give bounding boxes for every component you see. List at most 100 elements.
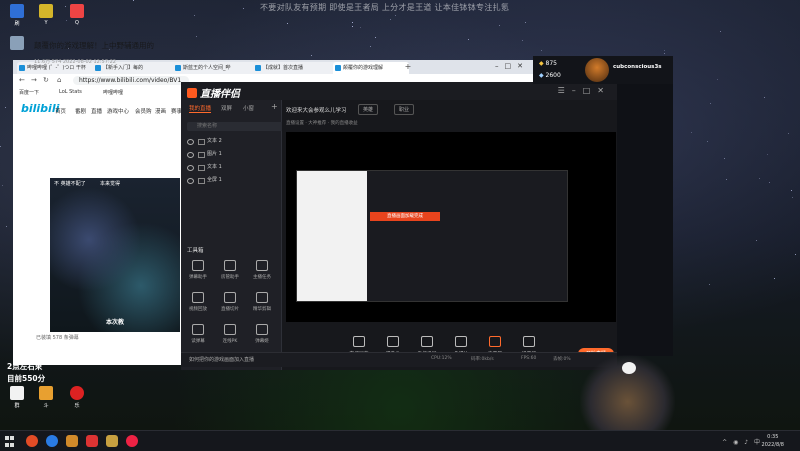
toolbox-title: 工具箱 xyxy=(187,248,204,254)
source-item[interactable]: 全屏 1 xyxy=(187,175,275,185)
text-icon xyxy=(198,165,205,171)
avatar[interactable] xyxy=(585,58,609,82)
chrome-icon[interactable] xyxy=(26,435,38,447)
eye-icon[interactable] xyxy=(187,139,194,145)
system-tray[interactable]: ^ ◉ ♪ 中 xyxy=(722,437,762,446)
desktop-icon-shua[interactable]: 刷 xyxy=(2,4,32,27)
nav-link[interactable]: 直播 xyxy=(91,107,102,115)
star xyxy=(795,254,796,255)
stream-settings-row[interactable]: 直播设置 · 大神推荐 · 我的直播收益 xyxy=(286,120,358,126)
star xyxy=(5,107,6,108)
nav-link[interactable]: 番剧 xyxy=(75,107,86,115)
star xyxy=(6,226,7,227)
preview-banner: 直播画面加载完成 xyxy=(370,212,440,221)
scene-search-input[interactable]: 搜索名称 xyxy=(187,122,285,131)
nav-link[interactable]: 游戏中心 xyxy=(107,107,129,115)
browser-icon[interactable] xyxy=(46,435,58,447)
eye-icon[interactable] xyxy=(187,152,194,158)
browser-tab-active[interactable]: 颠覆你的游戏理解 xyxy=(333,62,409,74)
tab-dual-screen[interactable]: 双屏 xyxy=(221,104,232,112)
add-scene-icon[interactable]: + xyxy=(271,102,278,111)
recycle-bin-icon[interactable] xyxy=(2,36,32,50)
star xyxy=(499,25,500,26)
window-controls[interactable]: –□✕ xyxy=(495,62,529,70)
star xyxy=(370,46,371,47)
silver-coin-count: ◆ 2600 xyxy=(539,72,561,79)
source-item[interactable]: 文本 2 xyxy=(187,136,275,146)
help-link[interactable]: 如何把你的游戏画面加入直播 xyxy=(189,356,254,363)
gameplay-frame xyxy=(50,178,180,332)
tool-clip[interactable]: 直播切片 xyxy=(215,292,245,312)
tool-highlight[interactable]: 精华剪辑 xyxy=(247,292,277,312)
star xyxy=(709,284,710,285)
nav-link[interactable]: 首页 xyxy=(55,107,66,115)
speaker-icon xyxy=(192,324,204,335)
live-preview: 直播画面加载完成 xyxy=(286,132,616,322)
bilibili-favicon xyxy=(335,65,341,71)
url-input[interactable]: https://www.bilibili.com/video/BV1 xyxy=(73,76,189,85)
star xyxy=(759,178,760,179)
source-item[interactable]: 图片 1 xyxy=(187,149,275,159)
star xyxy=(691,132,692,133)
desktop-icon-qun[interactable]: 群 xyxy=(2,386,32,409)
desktop-icon-q[interactable]: Q xyxy=(62,4,92,26)
folder-icon[interactable] xyxy=(66,435,78,447)
star xyxy=(710,103,711,104)
danmaku-count: 已装填 578 条弹幕 xyxy=(36,335,79,341)
tab-mini-window[interactable]: 小窗 xyxy=(243,104,254,112)
tool-tasks[interactable]: 主播任务 xyxy=(247,260,277,280)
eye-icon[interactable] xyxy=(187,165,194,171)
tab-my-live[interactable]: 我的直播 xyxy=(189,104,212,113)
star xyxy=(0,146,1,147)
app-icon[interactable] xyxy=(86,435,98,447)
side-panel xyxy=(617,84,673,356)
desktop-icon-y[interactable]: Y xyxy=(31,4,61,26)
star xyxy=(194,15,195,16)
back-icon[interactable]: ← xyxy=(19,76,25,84)
star xyxy=(664,50,665,51)
forward-icon[interactable]: → xyxy=(31,76,37,84)
bilibili-logo[interactable]: bilibili xyxy=(21,102,59,115)
clock[interactable]: 0:35 2022/8/8 xyxy=(762,433,784,449)
profile-panel: ◆ 875 ◆ 2600 cubconscious3s xyxy=(533,56,673,84)
chat-icon xyxy=(192,260,204,271)
tool-pk[interactable]: 连线PK xyxy=(215,324,245,344)
eye-icon[interactable] xyxy=(187,178,194,184)
source-item[interactable]: 文本 1 xyxy=(187,162,275,172)
monitor-icon xyxy=(198,178,205,184)
app-icon[interactable] xyxy=(126,435,138,447)
stream-title[interactable]: 欢迎来大会参观么儿学习 xyxy=(286,106,347,114)
clock-date: 2022/8/8 xyxy=(761,442,784,448)
video-player[interactable]: 不 英雄不配了 本来觉得 本次教 xyxy=(50,178,180,332)
star xyxy=(707,141,708,142)
home-icon[interactable]: ⌂ xyxy=(57,76,61,84)
window-controls[interactable]: ☰–□✕ xyxy=(558,86,611,95)
new-tab-button[interactable]: + xyxy=(403,62,413,72)
overlay-note: 目前550分 xyxy=(7,374,46,383)
windows-start-icon[interactable] xyxy=(5,436,15,447)
star xyxy=(756,240,757,241)
browser-tab[interactable]: 斯蓝王的个人空间_哔 xyxy=(173,62,257,74)
star xyxy=(196,36,197,37)
tool-read-danmaku[interactable]: 读弹幕 xyxy=(183,324,213,344)
bookmark-item[interactable]: 百度一下 xyxy=(19,89,39,96)
desktop-icon-dou[interactable]: 斗 xyxy=(31,386,61,409)
star xyxy=(664,53,665,54)
tool-replay[interactable]: 视频回放 xyxy=(183,292,213,312)
video-subtitle: 不 英雄不配了 xyxy=(54,181,86,187)
category-tag[interactable]: 英雄 xyxy=(358,104,379,115)
type-tag[interactable]: 职业 xyxy=(394,104,415,115)
bookmark-item[interactable]: LoL Stats xyxy=(59,89,82,95)
reload-icon[interactable]: ↻ xyxy=(43,76,49,84)
tool-danmaku-ji[interactable]: 弹幕姬 xyxy=(247,324,277,344)
game-icon[interactable] xyxy=(106,435,118,447)
tool-room-admin[interactable]: 房管助手 xyxy=(215,260,245,280)
nav-link[interactable]: 漫画 xyxy=(155,107,166,115)
nav-link[interactable]: 会员购 xyxy=(135,107,152,115)
app-icon xyxy=(70,4,84,18)
play-icon xyxy=(455,336,467,347)
browser-tab[interactable]: 【成就】首次直播 xyxy=(253,62,337,74)
tool-danmaku-helper[interactable]: 弹幕助手 xyxy=(183,260,213,280)
bookmark-item[interactable]: 哔哩哔哩 xyxy=(103,89,123,96)
desktop-icon-le[interactable]: 乐 xyxy=(62,386,92,409)
